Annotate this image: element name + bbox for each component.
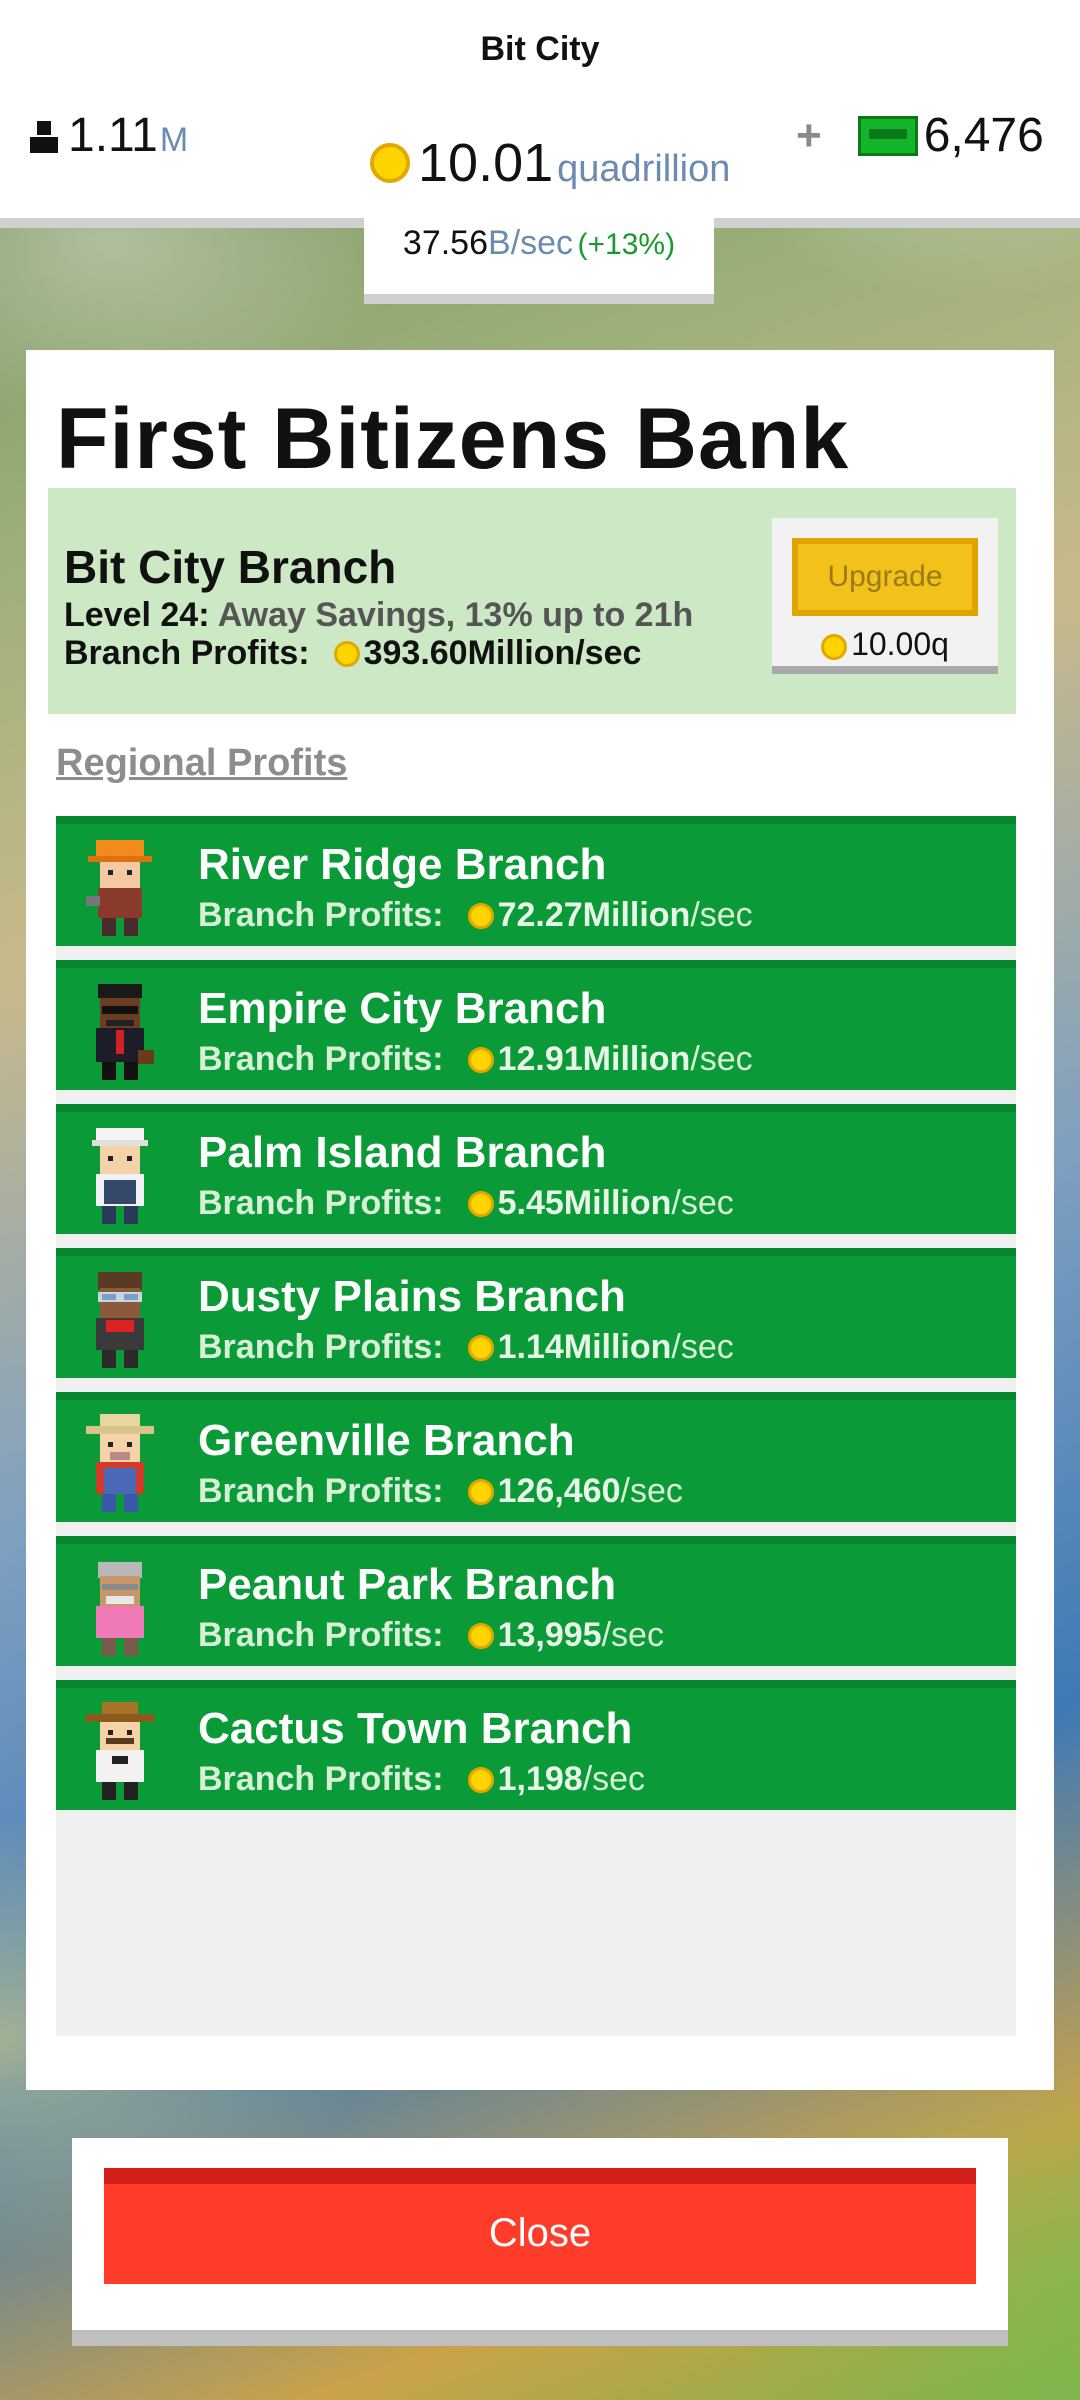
population-counter: 1.11 M — [26, 108, 188, 163]
coin-icon — [467, 1190, 494, 1217]
main-branch-profits: Branch Profits: 393.60Million/sec — [64, 634, 641, 673]
branch-profits: Branch Profits: 5.45Million/sec — [198, 1184, 734, 1223]
worker-avatar-icon — [86, 840, 152, 936]
regional-profits-heading: Regional Profits — [56, 742, 348, 784]
branch-profits-label: Branch Profits: — [198, 1184, 444, 1222]
branch-profits: Branch Profits: 13,995/sec — [198, 1616, 664, 1655]
top-status-bar: Bit City 1.11 M 10.01 quadrillion + 6,47… — [0, 0, 1080, 228]
coin-icon — [467, 1766, 494, 1793]
main-branch-profits-value: 393.60Million/sec — [363, 634, 642, 672]
coin-icon — [467, 1046, 494, 1073]
main-branch-card: Bit City Branch Level 24: Away Savings, … — [48, 488, 1016, 714]
branch-profits-value: 12.91Million — [497, 1040, 691, 1078]
main-branch-profits-label: Branch Profits: — [64, 634, 310, 672]
main-branch-level: Level 24: Away Savings, 13% up to 21h — [64, 596, 693, 635]
branch-row-empire-city[interactable]: Empire City Branch Branch Profits: 12.91… — [56, 960, 1016, 1090]
coin-icon — [467, 902, 494, 929]
population-unit: M — [159, 121, 189, 159]
upgrade-button[interactable]: Upgrade — [792, 538, 978, 616]
coin-icon — [467, 1334, 494, 1361]
branch-profits: Branch Profits: 1,198/sec — [198, 1760, 645, 1799]
branch-list: River Ridge Branch Branch Profits: 72.27… — [56, 816, 1016, 2036]
branch-profits-rate-unit: /sec — [620, 1472, 683, 1510]
businessman-avatar-icon — [96, 984, 154, 1080]
panel-title: First Bitizens Bank — [56, 391, 850, 487]
sailor-avatar-icon — [92, 1128, 148, 1224]
main-branch-level-label: Level 24: — [64, 596, 210, 634]
coin-icon — [467, 1622, 494, 1649]
coin-icon — [821, 633, 848, 660]
main-branch-level-desc: Away Savings, 13% up to 21h — [217, 596, 694, 634]
cash-icon — [857, 115, 918, 156]
cash-balance: + 6,476 — [796, 108, 1044, 163]
person-icon — [30, 121, 58, 153]
rate-bonus: (+13%) — [577, 228, 676, 261]
coin-balance-value: 10.01 — [418, 133, 554, 193]
rate-value: 37.56 — [402, 224, 489, 262]
coin-balance-unit: quadrillion — [557, 148, 731, 190]
branch-profits-value: 72.27Million — [497, 896, 691, 934]
branch-profits-label: Branch Profits: — [198, 1760, 444, 1798]
branch-name: Greenville Branch — [198, 1416, 575, 1465]
add-cash-button[interactable]: + — [796, 111, 822, 161]
branch-row-river-ridge[interactable]: River Ridge Branch Branch Profits: 72.27… — [56, 816, 1016, 946]
branch-profits-rate-unit: /sec — [582, 1760, 646, 1798]
branch-profits-rate-unit: /sec — [671, 1328, 734, 1366]
branch-name: Cactus Town Branch — [198, 1704, 633, 1753]
branch-profits: Branch Profits: 1.14Million/sec — [198, 1328, 734, 1367]
cash-value: 6,476 — [923, 109, 1044, 162]
bank-panel: First Bitizens Bank Bit City Branch Leve… — [26, 350, 1054, 2090]
branch-row-peanut-park[interactable]: Peanut Park Branch Branch Profits: 13,99… — [56, 1536, 1016, 1666]
branch-profits-rate-unit: /sec — [601, 1616, 664, 1654]
population-value: 1.11 — [68, 109, 158, 162]
branch-name: Peanut Park Branch — [198, 1560, 617, 1609]
upgrade-cost: 10.00q — [772, 626, 998, 663]
branch-profits-value: 1.14Million — [497, 1328, 672, 1366]
branch-profits-value: 13,995 — [497, 1616, 602, 1654]
close-button[interactable]: Close — [104, 2168, 976, 2284]
branch-name: Empire City Branch — [198, 984, 607, 1033]
upgrade-cost-value: 10.00q — [851, 626, 949, 662]
branch-profits-label: Branch Profits: — [198, 1472, 444, 1510]
branch-profits-value: 5.45Million — [497, 1184, 672, 1222]
rate-unit: B/sec — [488, 224, 574, 262]
close-area: Close — [72, 2138, 1008, 2346]
branch-profits-rate-unit: /sec — [690, 896, 753, 934]
branch-name: River Ridge Branch — [198, 840, 607, 889]
branch-profits-label: Branch Profits: — [198, 896, 444, 934]
branch-profits-rate-unit: /sec — [671, 1184, 734, 1222]
branch-row-cactus-town[interactable]: Cactus Town Branch Branch Profits: 1,198… — [56, 1680, 1016, 1810]
branch-profits-rate-unit: /sec — [690, 1040, 753, 1078]
farmer-avatar-icon — [86, 1414, 154, 1512]
coin-icon — [333, 640, 360, 667]
main-branch-name: Bit City Branch — [64, 541, 397, 593]
branch-profits: Branch Profits: 12.91Million/sec — [198, 1040, 753, 1079]
branch-name: Palm Island Branch — [198, 1128, 607, 1177]
branch-profits-label: Branch Profits: — [198, 1328, 444, 1366]
income-rate: 37.56B/sec (+13%) — [364, 208, 714, 304]
city-name: Bit City — [480, 30, 600, 68]
branch-profits: Branch Profits: 72.27Million/sec — [198, 896, 753, 935]
coin-balance: 10.01 quadrillion — [370, 132, 730, 194]
coin-icon — [370, 143, 410, 183]
branch-row-dusty-plains[interactable]: Dusty Plains Branch Branch Profits: 1.14… — [56, 1248, 1016, 1378]
branch-profits-value: 1,198 — [497, 1760, 583, 1798]
branch-profits: Branch Profits: 126,460/sec — [198, 1472, 683, 1511]
branch-profits-value: 126,460 — [497, 1472, 621, 1510]
upgrade-box: Upgrade 10.00q — [772, 518, 998, 674]
branch-row-greenville[interactable]: Greenville Branch Branch Profits: 126,46… — [56, 1392, 1016, 1522]
elder-avatar-icon — [96, 1562, 144, 1656]
branch-row-palm-island[interactable]: Palm Island Branch Branch Profits: 5.45M… — [56, 1104, 1016, 1234]
branch-profits-label: Branch Profits: — [198, 1040, 444, 1078]
branch-profits-label: Branch Profits: — [198, 1616, 444, 1654]
coin-icon — [467, 1478, 494, 1505]
cowboy-avatar-icon — [86, 1702, 154, 1800]
aviator-avatar-icon — [96, 1272, 144, 1368]
branch-name: Dusty Plains Branch — [198, 1272, 626, 1321]
